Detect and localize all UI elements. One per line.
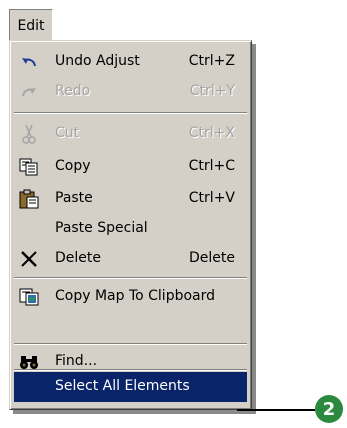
menu-item-paste[interactable]: Paste Ctrl+V <box>14 184 247 214</box>
menu-item-copy[interactable]: Copy Ctrl+C <box>14 152 247 182</box>
menu-item-copy-map-to-clipboard[interactable]: Copy Map To Clipboard <box>14 282 247 312</box>
copy-icon <box>19 157 39 177</box>
menu-shadow <box>13 410 256 414</box>
paste-icon <box>19 189 39 209</box>
menu-item-label: Copy <box>55 158 91 174</box>
callout-leader-line <box>237 409 315 411</box>
menu-separator <box>14 277 247 279</box>
menu-item-label: Find... <box>55 353 98 369</box>
edit-dropdown-menu: Undo Adjust Ctrl+Z Redo Ctrl+Y Cut Ctrl+… <box>9 40 252 410</box>
menu-item-shortcut: Delete <box>189 250 235 266</box>
menu-item-label: Cut <box>55 125 80 141</box>
menu-item-cut[interactable]: Cut Ctrl+X <box>14 119 247 149</box>
menu-item-label: Copy Map To Clipboard <box>55 288 216 304</box>
menu-item-label: Select All Elements <box>55 378 190 394</box>
menu-item-label: Delete <box>55 250 101 266</box>
menu-separator <box>14 369 247 371</box>
menu-separator <box>14 343 247 345</box>
scissors-icon <box>19 124 39 144</box>
menu-item-shortcut: Ctrl+C <box>188 158 235 174</box>
menu-item-label: Redo <box>55 83 91 99</box>
menu-item-paste-special[interactable]: Paste Special <box>14 214 247 244</box>
menu-item-delete[interactable]: Delete Delete <box>14 244 247 274</box>
undo-icon <box>19 52 39 72</box>
menu-item-select-all-elements[interactable]: Select All Elements <box>14 372 247 402</box>
menu-item-label: Paste Special <box>55 220 148 236</box>
edit-menu[interactable]: Edit <box>9 9 53 41</box>
menu-item-redo[interactable]: Redo Ctrl+Y <box>14 77 247 107</box>
redo-icon <box>19 82 39 102</box>
menu-separator <box>14 112 247 114</box>
menu-item-label: Undo Adjust <box>55 53 140 69</box>
menu-item-undo-adjust[interactable]: Undo Adjust Ctrl+Z <box>14 47 247 77</box>
menu-item-shortcut: Ctrl+Z <box>188 53 235 69</box>
menu-shadow <box>252 44 256 414</box>
menu-item-shortcut: Ctrl+X <box>188 125 235 141</box>
menu-item-shortcut: Ctrl+V <box>188 190 235 206</box>
step-callout-badge: 2 <box>315 395 343 423</box>
menu-item-shortcut: Ctrl+Y <box>189 83 235 99</box>
menu-item-label: Paste <box>55 190 93 206</box>
delete-x-icon <box>19 249 39 269</box>
copy-map-icon <box>19 287 39 307</box>
